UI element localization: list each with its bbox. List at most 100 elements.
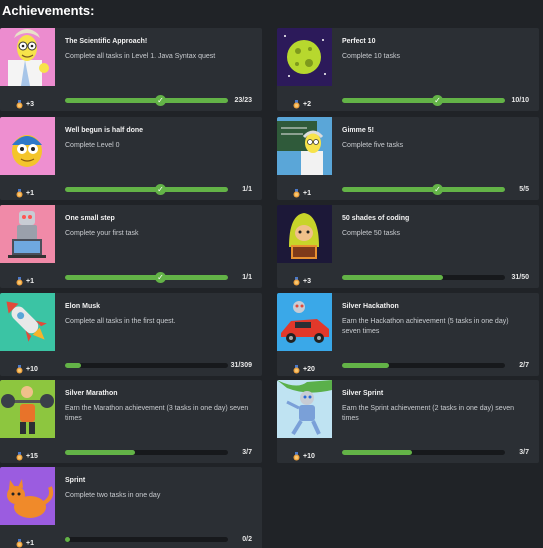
robot-ball-icon: [0, 117, 55, 175]
achievement-card-scientific-approach[interactable]: The Scientific Approach! Complete all ta…: [0, 28, 262, 111]
reward-points: +1: [26, 278, 34, 285]
medal-icon: [16, 277, 23, 286]
progress-count: 23/23: [234, 97, 252, 104]
achievement-title: Silver Sprint: [342, 390, 384, 397]
progress-bar: [65, 537, 228, 542]
reward-points: +15: [26, 453, 38, 460]
reward: +3: [293, 277, 311, 286]
progress-count: 1/1: [242, 186, 252, 193]
achievement-title: Gimme 5!: [342, 127, 374, 134]
progress-fill: [342, 187, 505, 192]
reward-points: +2: [303, 101, 311, 108]
achievement-description: Complete five tasks: [342, 142, 404, 149]
achievement-description: Complete two tasks in one day: [65, 492, 161, 499]
progress-fill: [342, 450, 413, 455]
achievement-description: Earn the Marathon achievement (3 tasks i…: [65, 405, 249, 422]
professor-chalkboard-icon: [277, 117, 332, 175]
achievement-title: Perfect 10: [342, 38, 376, 45]
achievement-description: Complete Level 0: [65, 142, 120, 149]
progress-fill: [65, 187, 228, 192]
runner-robot-icon: [277, 380, 332, 438]
achievement-card-silver-sprint[interactable]: Silver Sprint Earn the Sprint achievemen…: [277, 380, 539, 463]
achievement-description: Complete all tasks in Level 1. Java Synt…: [65, 53, 216, 60]
progress-bar: [342, 275, 505, 280]
reward: +15: [16, 452, 38, 461]
achievement-description: Earn the Hackathon achievement (5 tasks …: [342, 318, 509, 335]
achievement-card-silver-marathon[interactable]: Silver Marathon Earn the Marathon achiev…: [0, 380, 262, 463]
progress-bar: [342, 450, 505, 455]
reward-points: +10: [303, 453, 315, 460]
progress-bar: [342, 363, 505, 368]
progress-bar: [342, 187, 505, 192]
progress-count: 3/7: [242, 449, 252, 456]
medal-icon: [16, 100, 23, 109]
checkmark-icon: ✓: [432, 95, 443, 106]
progress-bar: [65, 363, 228, 368]
progress-fill: [342, 363, 390, 368]
progress-fill: [65, 98, 228, 103]
reward: +10: [293, 452, 315, 461]
achievement-title: Silver Marathon: [65, 390, 118, 397]
achievement-title: Sprint: [65, 477, 86, 484]
checkmark-icon: ✓: [155, 272, 166, 283]
medal-icon: [16, 539, 23, 548]
medal-icon: [16, 365, 23, 374]
achievement-title: 50 shades of coding: [342, 215, 410, 222]
progress-count: 5/5: [519, 186, 529, 193]
achievement-title: The Scientific Approach!: [65, 38, 148, 45]
medal-icon: [293, 189, 300, 198]
achievement-title: Silver Hackathon: [342, 303, 399, 310]
progress-count: 31/50: [511, 274, 529, 281]
reward-points: +10: [26, 366, 38, 373]
medal-icon: [293, 277, 300, 286]
progress-bar: [65, 450, 228, 455]
medal-icon: [16, 189, 23, 198]
weightlifter-icon: [0, 380, 55, 438]
progress-bar: [65, 275, 228, 280]
progress-bar: [342, 98, 505, 103]
medal-icon: [293, 365, 300, 374]
reward: +1: [16, 277, 34, 286]
progress-bar: [65, 98, 228, 103]
checkmark-icon: ✓: [432, 184, 443, 195]
achievement-description: Complete all tasks in the first quest.: [65, 318, 176, 325]
progress-fill: [65, 275, 228, 280]
achievement-card-50-shades[interactable]: 50 shades of coding Complete 50 tasks +3…: [277, 205, 539, 288]
progress-fill: [65, 363, 82, 368]
reward-points: +20: [303, 366, 315, 373]
progress-count: 10/10: [511, 97, 529, 104]
reward: +2: [293, 100, 311, 109]
achievement-title: Elon Musk: [65, 303, 101, 310]
achievement-card-perfect-10[interactable]: Perfect 10 Complete 10 tasks +2 ✓ 10/10: [277, 28, 539, 111]
progress-fill: [342, 275, 444, 280]
reward: +3: [16, 100, 34, 109]
reward: +1: [293, 189, 311, 198]
reward-points: +1: [26, 540, 34, 547]
progress-fill: [65, 450, 136, 455]
hooded-coder-icon: [277, 205, 332, 263]
achievement-description: Earn the Sprint achievement (2 tasks in …: [342, 405, 514, 422]
progress-fill: [342, 98, 505, 103]
cat-icon: [0, 467, 55, 525]
reward-points: +1: [303, 190, 311, 197]
achievement-card-one-small-step[interactable]: One small step Complete your first task …: [0, 205, 262, 288]
achievement-card-sprint[interactable]: Sprint Complete two tasks in one day +1 …: [0, 467, 262, 548]
achievement-card-gimme-5[interactable]: Gimme 5! Complete five tasks +1 ✓ 5/5: [277, 117, 539, 200]
achievement-description: Complete 50 tasks: [342, 230, 400, 237]
progress-count: 31/309: [230, 362, 252, 369]
achievement-card-well-begun[interactable]: Well begun is half done Complete Level 0…: [0, 117, 262, 200]
progress-count: 2/7: [519, 362, 529, 369]
medal-icon: [293, 100, 300, 109]
progress-fill: [65, 537, 70, 542]
achievement-card-silver-hackathon[interactable]: Silver Hackathon Earn the Hackathon achi…: [277, 293, 539, 376]
page-title: Achievements:: [2, 3, 95, 18]
reward-points: +1: [26, 190, 34, 197]
race-car-icon: [277, 293, 332, 351]
reward: +20: [293, 365, 315, 374]
robot-laptop-icon: [0, 205, 55, 263]
reward-points: +3: [303, 278, 311, 285]
achievement-title: Well begun is half done: [65, 127, 144, 134]
achievement-card-elon-musk[interactable]: Elon Musk Complete all tasks in the firs…: [0, 293, 262, 376]
progress-count: 3/7: [519, 449, 529, 456]
achievement-description: Complete your first task: [65, 230, 139, 237]
